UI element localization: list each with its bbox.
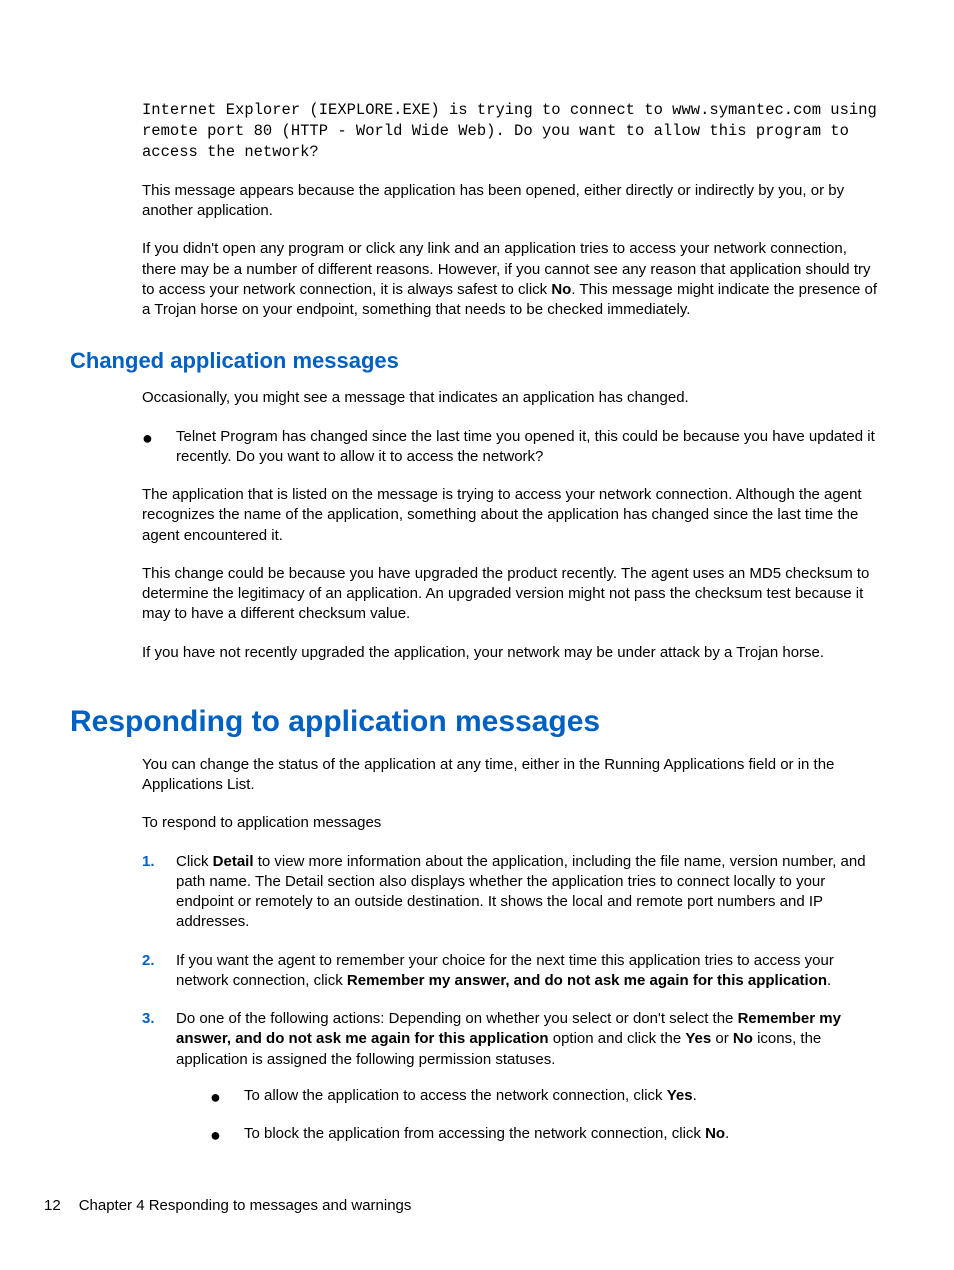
bold-no: No	[705, 1125, 725, 1142]
paragraph: The application that is listed on the me…	[70, 485, 884, 546]
text-span: .	[827, 972, 831, 989]
sub-bullet-body: To block the application from accessing …	[244, 1124, 884, 1146]
heading-changed-application-messages: Changed application messages	[70, 348, 884, 374]
document-page: Internet Explorer (IEXPLORE.EXE) is tryi…	[0, 0, 954, 1145]
page-footer: 12 Chapter 4 Responding to messages and w…	[44, 1197, 411, 1214]
paragraph: To respond to application messages	[70, 813, 884, 833]
text-span: or	[711, 1030, 733, 1047]
bullet-item: ● Telnet Program has changed since the l…	[70, 427, 884, 468]
text-span: .	[725, 1125, 729, 1142]
step-1: 1. Click Detail to view more information…	[70, 852, 884, 933]
bullet-icon: ●	[210, 1124, 244, 1146]
text-span: Click	[176, 853, 213, 870]
bold-remember: Remember my answer, and do not ask me ag…	[347, 972, 827, 989]
paragraph: This change could be because you have up…	[70, 564, 884, 625]
bold-detail: Detail	[213, 853, 254, 870]
step-number: 1.	[142, 852, 176, 933]
step-2: 2. If you want the agent to remember you…	[70, 951, 884, 992]
heading-responding-to-application-messages: Responding to application messages	[70, 705, 884, 739]
bullet-icon: ●	[142, 427, 176, 468]
text-span: Do one of the following actions: Dependi…	[176, 1010, 738, 1027]
text-span: To allow the application to access the n…	[244, 1087, 667, 1104]
paragraph: This message appears because the applica…	[70, 181, 884, 222]
text-span: to view more information about the appli…	[176, 853, 866, 931]
paragraph: Occasionally, you might see a message th…	[70, 388, 884, 408]
step-body: Click Detail to view more information ab…	[176, 852, 884, 933]
chapter-title: Chapter 4 Responding to messages and war…	[79, 1197, 412, 1214]
step-3: 3. Do one of the following actions: Depe…	[70, 1009, 884, 1145]
paragraph: You can change the status of the applica…	[70, 755, 884, 796]
bullet-icon: ●	[210, 1086, 244, 1108]
code-block-telnet: Telnet Program has changed since the las…	[176, 427, 884, 468]
sub-bullet-body: To allow the application to access the n…	[244, 1086, 884, 1108]
bold-yes: Yes	[685, 1030, 711, 1047]
text-span: .	[693, 1087, 697, 1104]
sub-bullet-block: ● To block the application from accessin…	[176, 1124, 884, 1146]
paragraph: If you have not recently upgraded the ap…	[70, 643, 884, 663]
paragraph: If you didn't open any program or click …	[70, 239, 884, 320]
sub-bullet-allow: ● To allow the application to access the…	[176, 1086, 884, 1108]
code-block-ie: Internet Explorer (IEXPLORE.EXE) is tryi…	[70, 100, 884, 163]
page-number: 12	[44, 1197, 61, 1214]
step-body: If you want the agent to remember your c…	[176, 951, 884, 992]
bold-no: No	[551, 281, 571, 298]
bold-no: No	[733, 1030, 753, 1047]
bold-yes: Yes	[667, 1087, 693, 1104]
text-span: To block the application from accessing …	[244, 1125, 705, 1142]
step-number: 2.	[142, 951, 176, 992]
step-body: Do one of the following actions: Dependi…	[176, 1009, 884, 1145]
step-number: 3.	[142, 1009, 176, 1145]
text-span: option and click the	[549, 1030, 686, 1047]
